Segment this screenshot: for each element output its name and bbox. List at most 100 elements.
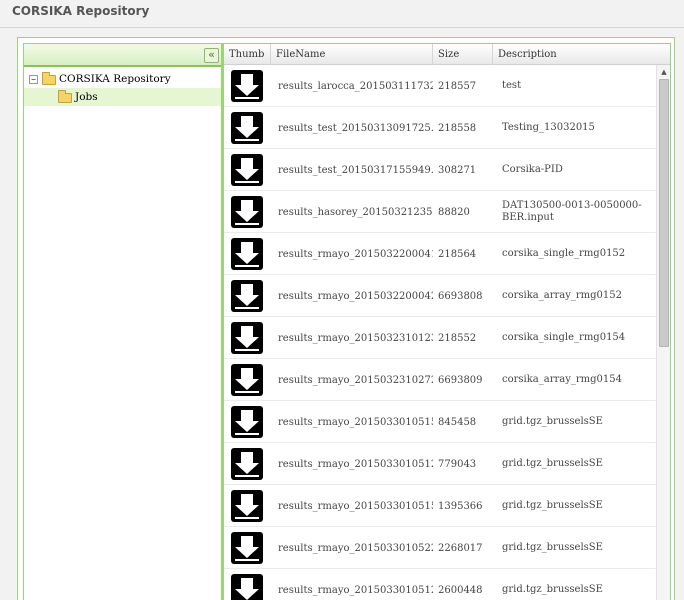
size-cell: 88820 (438, 206, 470, 218)
thumb-cell[interactable] (230, 275, 264, 317)
description-cell: grid.tgz_brusselsSE (502, 584, 603, 595)
title-divider (0, 27, 684, 28)
filename-cell: results_test_20150317155949.tar (278, 164, 433, 176)
filename-cell: results_rmayo_20150323101236 (278, 332, 433, 344)
size-cell: 2268017 (438, 542, 483, 554)
page-title: CORSIKA Repository (12, 4, 150, 18)
download-arrow-icon[interactable] (231, 322, 263, 354)
filename-cell: results_rmayo_20150322000419 (278, 248, 433, 260)
thumb-cell[interactable] (230, 191, 264, 233)
filename-cell: results_rmayo_20150330105153 (278, 416, 433, 428)
size-cell: 2600448 (438, 584, 483, 596)
size-cell: 779043 (438, 458, 477, 470)
download-arrow-icon[interactable] (231, 364, 263, 396)
table-row[interactable]: results_rmayo_20150322000421 6693808 corsi… (224, 275, 656, 317)
filename-cell: results_rmayo_20150322000421 (278, 290, 433, 302)
column-header-description[interactable]: Description (493, 44, 670, 65)
description-cell: grid.tgz_brusselsSE (502, 500, 603, 511)
thumb-cell[interactable] (230, 107, 264, 149)
description-cell: grid.tgz_brusselsSE (502, 458, 603, 469)
scrollbar-thumb[interactable] (659, 79, 669, 347)
table-row[interactable]: results_test_20150313091725.tar 218558 Tes… (224, 107, 656, 149)
scroll-up-arrow-icon[interactable]: ▲ (659, 67, 669, 77)
thumb-cell[interactable] (230, 359, 264, 401)
size-cell: 845458 (438, 416, 477, 428)
size-cell: 218552 (438, 332, 477, 344)
download-arrow-icon[interactable] (231, 574, 263, 600)
table-row[interactable]: results_rmayo_20150330105124 2600448 grid.… (224, 569, 656, 600)
size-cell: 6693808 (438, 290, 483, 302)
folder-open-icon (42, 72, 56, 85)
folder-tree: − CORSIKA Repository Jobs (24, 70, 221, 106)
description-cell: grid.tgz_brusselsSE (502, 416, 603, 427)
column-header-filename[interactable]: FileName (271, 44, 433, 65)
thumb-cell[interactable] (230, 569, 264, 600)
table-row[interactable]: results_larocca_20150311173208 218557 test (224, 65, 656, 107)
download-arrow-icon[interactable] (231, 238, 263, 270)
description-cell: corsika_single_rmg0152 (502, 248, 626, 259)
thumb-cell[interactable] (230, 149, 264, 191)
thumb-cell[interactable] (230, 233, 264, 275)
table-row[interactable]: results_hasorey_20150321235620 88820 DAT13… (224, 191, 656, 233)
filename-cell: results_rmayo_20150330105125 (278, 458, 433, 470)
column-header-size[interactable]: Size (433, 44, 493, 65)
thumb-cell[interactable] (230, 485, 264, 527)
tree-node-jobs-label: Jobs (75, 91, 98, 103)
thumb-cell[interactable] (230, 317, 264, 359)
table-row[interactable]: results_rmayo_20150330105125 779043 grid.t… (224, 443, 656, 485)
table-row[interactable]: results_rmayo_20150323101236 218552 corsik… (224, 317, 656, 359)
size-cell: 6693809 (438, 374, 483, 386)
filename-cell: results_rmayo_20150330105124 (278, 584, 433, 596)
grid-body: results_larocca_20150311173208 218557 test… (224, 65, 656, 600)
tree-panel-header: « (24, 44, 221, 67)
table-row[interactable]: results_rmayo_20150330105220 2268017 grid.… (224, 527, 656, 569)
filename-cell: results_rmayo_20150323102727 (278, 374, 433, 386)
table-row[interactable]: results_rmayo_20150330105153 845458 grid.t… (224, 401, 656, 443)
filename-cell: results_hasorey_20150321235620 (278, 206, 433, 218)
thumb-cell[interactable] (230, 401, 264, 443)
table-row[interactable]: results_rmayo_20150322000419 218564 corsik… (224, 233, 656, 275)
filename-cell: results_rmayo_20150330105152 (278, 500, 433, 512)
size-cell: 218564 (438, 248, 477, 260)
vertical-scrollbar[interactable]: ▲ (656, 65, 670, 600)
collapse-toggle-icon[interactable]: − (29, 75, 38, 84)
download-arrow-icon[interactable] (231, 154, 263, 186)
grid-header: Thumb FileName Size Description (224, 44, 670, 65)
file-grid: Thumb FileName Size Description results_… (224, 44, 670, 600)
column-header-thumb[interactable]: Thumb (224, 44, 271, 65)
description-cell: corsika_array_rmg0154 (502, 374, 622, 385)
tree-node-root-label: CORSIKA Repository (59, 73, 171, 85)
description-cell: corsika_single_rmg0154 (502, 332, 626, 343)
download-arrow-icon[interactable] (231, 532, 263, 564)
folder-icon (58, 90, 72, 103)
download-arrow-icon[interactable] (231, 280, 263, 312)
description-cell: DAT130500-0013-0050000-BER.input (502, 200, 642, 223)
size-cell: 218557 (438, 80, 477, 92)
size-cell: 308271 (438, 164, 477, 176)
tree-node-jobs[interactable]: Jobs (24, 88, 221, 106)
collapse-panel-button[interactable]: « (204, 48, 219, 63)
description-cell: Corsika-PID (502, 164, 563, 175)
download-arrow-icon[interactable] (231, 196, 263, 228)
download-arrow-icon[interactable] (231, 112, 263, 144)
description-cell: grid.tgz_brusselsSE (502, 542, 603, 553)
download-arrow-icon[interactable] (231, 406, 263, 438)
description-cell: test (502, 80, 522, 91)
filename-cell: results_larocca_20150311173208 (278, 80, 433, 92)
download-arrow-icon[interactable] (231, 490, 263, 522)
description-cell: corsika_array_rmg0152 (502, 290, 622, 301)
thumb-cell[interactable] (230, 443, 264, 485)
table-row[interactable]: results_test_20150317155949.tar 308271 Cor… (224, 149, 656, 191)
table-row[interactable]: results_rmayo_20150323102727 6693809 corsi… (224, 359, 656, 401)
filename-cell: results_rmayo_20150330105220 (278, 542, 433, 554)
description-cell: Testing_13032015 (502, 122, 595, 133)
tree-node-root[interactable]: − CORSIKA Repository (24, 70, 221, 88)
tree-panel: « − CORSIKA Repository Jobs (24, 44, 221, 600)
size-cell: 1395366 (438, 500, 483, 512)
table-row[interactable]: results_rmayo_20150330105152 1395366 grid.… (224, 485, 656, 527)
thumb-cell[interactable] (230, 527, 264, 569)
size-cell: 218558 (438, 122, 477, 134)
thumb-cell[interactable] (230, 65, 264, 107)
download-arrow-icon[interactable] (231, 70, 263, 102)
download-arrow-icon[interactable] (231, 448, 263, 480)
